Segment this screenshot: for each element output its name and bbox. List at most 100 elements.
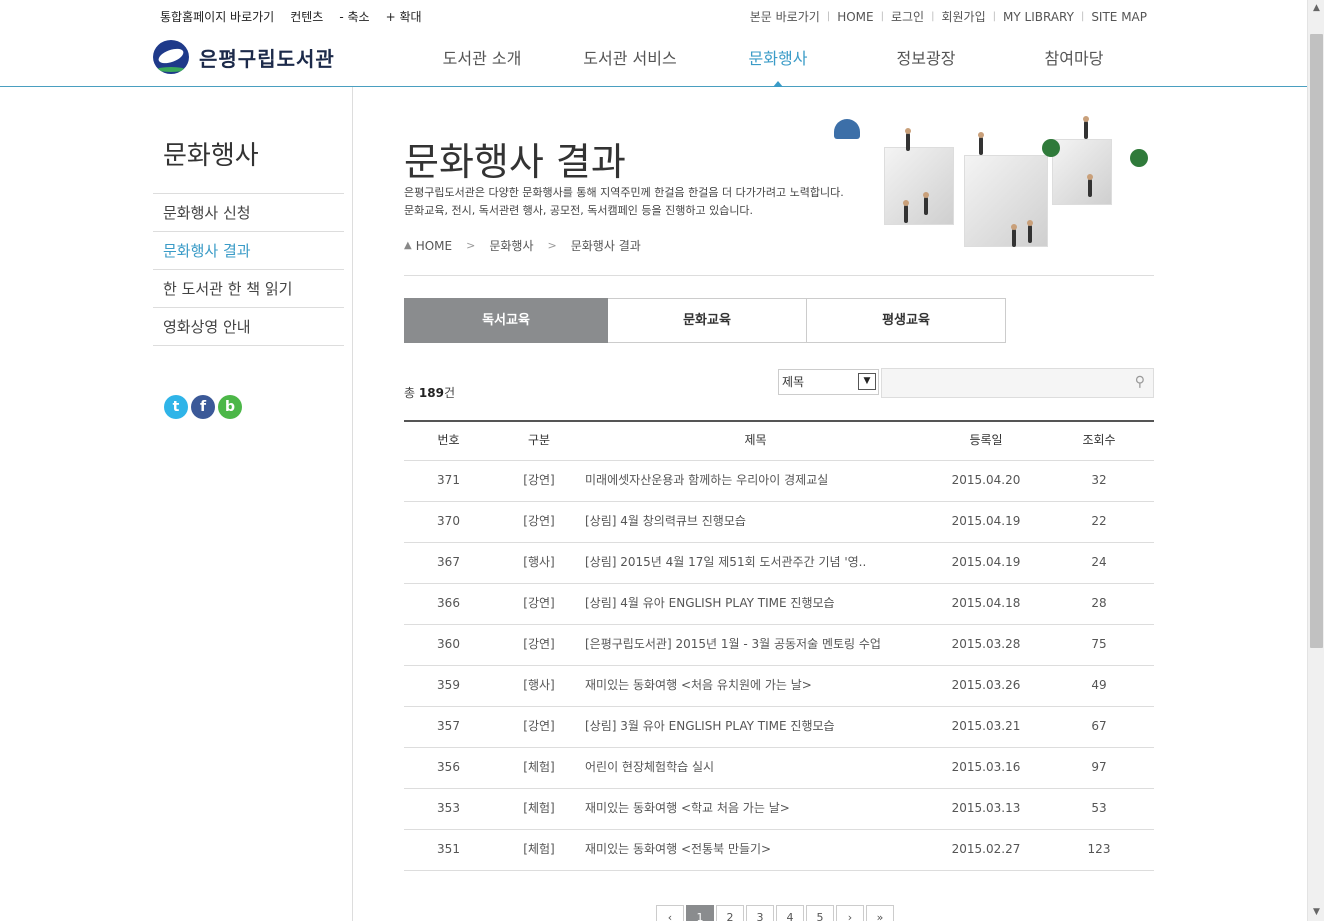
vertical-scrollbar[interactable]: ▲ ▼ — [1307, 0, 1324, 921]
scroll-down-icon[interactable]: ▼ — [1308, 904, 1324, 921]
portal-link[interactable]: 통합홈페이지 바로가기 — [160, 8, 274, 25]
row-views: 24 — [1091, 555, 1107, 569]
page-button[interactable]: 4 — [776, 905, 804, 921]
nav-item-services[interactable]: 도서관 서비스 — [556, 45, 704, 87]
page-button[interactable]: ‹ — [656, 905, 684, 921]
table-row[interactable]: 371 [강연] 미래에셋자산운용과 함께하는 우리아이 경제교실 2015.04.2… — [404, 461, 1154, 502]
row-category: [체험] — [523, 801, 555, 815]
row-date: 2015.04.20 — [951, 473, 1021, 487]
table-body: 371 [강연] 미래에셋자산운용과 함께하는 우리아이 경제교실 2015.04.2… — [404, 461, 1154, 871]
chevron-right-icon: > — [466, 239, 476, 252]
header-title: 제목 — [744, 433, 767, 447]
tab-culture-education[interactable]: 문화교육 — [608, 298, 807, 343]
row-views: 123 — [1087, 842, 1111, 856]
table-row[interactable]: 360 [강연] [은평구립도서관] 2015년 1월 - 3월 공동저술 멘토링 … — [404, 625, 1154, 666]
row-date: 2015.03.28 — [951, 637, 1021, 651]
table-row[interactable]: 367 [행사] [상림] 2015년 4월 17일 제51회 도서관주간 기념 '… — [404, 543, 1154, 584]
side-nav-item-one-book[interactable]: 한 도서관 한 책 읽기 — [153, 270, 344, 308]
row-title-link[interactable]: 재미있는 동화여행 <처음 유치원에 가는 날> — [585, 666, 926, 706]
row-date: 2015.02.27 — [951, 842, 1021, 856]
row-views: 97 — [1091, 760, 1107, 774]
zoom-in-button[interactable]: + 확대 — [386, 8, 422, 25]
facebook-icon[interactable]: f — [191, 395, 215, 419]
cube-illustration — [884, 147, 954, 225]
my-library-link[interactable]: MY LIBRARY — [1003, 10, 1074, 24]
header-category: 구분 — [527, 433, 551, 447]
zoom-out-button[interactable]: - 축소 — [339, 8, 369, 25]
skip-to-content-link[interactable]: 본문 바로가기 — [750, 8, 820, 25]
row-title-link[interactable]: 미래에셋자산운용과 함께하는 우리아이 경제교실 — [585, 461, 926, 501]
side-nav-item-results[interactable]: 문화행사 결과 — [153, 232, 344, 270]
breadcrumb-culture[interactable]: 문화행사 — [489, 237, 533, 254]
side-nav-item-apply[interactable]: 문화행사 신청 — [153, 194, 344, 232]
row-title-link[interactable]: [은평구립도서관] 2015년 1월 - 3월 공동저술 멘토링 수업 — [585, 625, 926, 665]
search-field-select[interactable]: 제목 ▼ — [778, 369, 879, 395]
category-tabs: 독서교육 문화교육 평생교육 — [404, 298, 1006, 343]
person-figure — [1027, 220, 1033, 243]
person-figure — [1011, 224, 1017, 247]
row-category: [체험] — [523, 760, 555, 774]
scrollbar-thumb[interactable] — [1310, 34, 1323, 648]
row-title-link[interactable]: 재미있는 동화여행 <전통북 만들기> — [585, 830, 926, 870]
sitemap-link[interactable]: SITE MAP — [1091, 10, 1147, 24]
login-link[interactable]: 로그인 — [891, 8, 924, 25]
row-number: 356 — [437, 760, 460, 774]
table-row[interactable]: 359 [행사] 재미있는 동화여행 <처음 유치원에 가는 날> 2015.03.2… — [404, 666, 1154, 707]
page-button[interactable]: 2 — [716, 905, 744, 921]
site-logo[interactable]: 은평구립도서관 — [153, 40, 335, 74]
side-nav-item-movies[interactable]: 영화상영 안내 — [153, 308, 344, 346]
row-title-link[interactable]: [상림] 4월 창의력큐브 진행모습 — [585, 502, 926, 542]
header-date: 등록일 — [969, 433, 1003, 447]
pagination: ‹ 1 2 3 4 5 ›» — [656, 905, 894, 921]
total-suffix: 건 — [443, 386, 455, 400]
signup-link[interactable]: 회원가입 — [941, 8, 985, 25]
table-row[interactable]: 357 [강연] [상림] 3월 유아 ENGLISH PLAY TIME 진행모습… — [404, 707, 1154, 748]
row-date: 2015.04.18 — [951, 596, 1021, 610]
page-button[interactable]: 1 — [686, 905, 714, 921]
nav-item-community[interactable]: 참여마당 — [1000, 45, 1148, 87]
logo-text: 은평구립도서관 — [199, 46, 335, 71]
breadcrumb-home[interactable]: HOME — [416, 239, 452, 253]
row-number: 351 — [437, 842, 460, 856]
row-title-link[interactable]: 재미있는 동화여행 <학교 처음 가는 날> — [585, 789, 926, 829]
page-button[interactable]: 5 — [806, 905, 834, 921]
row-views: 75 — [1091, 637, 1107, 651]
row-date: 2015.03.16 — [951, 760, 1021, 774]
table-row[interactable]: 353 [체험] 재미있는 동화여행 <학교 처음 가는 날> 2015.03.13 5… — [404, 789, 1154, 830]
row-category: [강연] — [523, 719, 555, 733]
side-nav-title: 문화행사 — [163, 141, 259, 171]
row-title-link[interactable]: [상림] 2015년 4월 17일 제51회 도서관주간 기념 '영.. — [585, 543, 926, 583]
page-button[interactable]: › — [836, 905, 864, 921]
total-count: 총 189건 — [404, 384, 455, 401]
table-row[interactable]: 370 [강연] [상림] 4월 창의력큐브 진행모습 2015.04.19 22 — [404, 502, 1154, 543]
nav-item-about[interactable]: 도서관 소개 — [408, 45, 556, 87]
home-icon: ▲ — [404, 240, 412, 251]
person-figure — [1083, 116, 1089, 139]
table-row[interactable]: 351 [체험] 재미있는 동화여행 <전통북 만들기> 2015.02.27 123 — [404, 830, 1154, 871]
row-number: 353 — [437, 801, 460, 815]
nav-item-culture[interactable]: 문화행사 — [704, 45, 852, 87]
search-input[interactable]: ⚲ — [881, 368, 1154, 398]
tab-lifelong-education[interactable]: 평생교육 — [807, 298, 1006, 343]
row-number: 367 — [437, 555, 460, 569]
nav-item-info[interactable]: 정보광장 — [852, 45, 1000, 87]
table-row[interactable]: 356 [체험] 어린이 현장체험학습 실시 2015.03.16 97 — [404, 748, 1154, 789]
twitter-icon[interactable]: t — [164, 395, 188, 419]
contents-link[interactable]: 컨텐츠 — [290, 8, 323, 25]
row-category: [강연] — [523, 514, 555, 528]
person-figure — [978, 132, 984, 155]
blog-icon[interactable]: b — [218, 395, 242, 419]
table-row[interactable]: 366 [강연] [상림] 4월 유아 ENGLISH PLAY TIME 진행모습… — [404, 584, 1154, 625]
page-button[interactable]: 3 — [746, 905, 774, 921]
main-nav: 도서관 소개 도서관 서비스 문화행사 정보광장 참여마당 — [408, 45, 1148, 87]
row-title-link[interactable]: [상림] 4월 유아 ENGLISH PLAY TIME 진행모습 — [585, 584, 926, 624]
row-title-link[interactable]: 어린이 현장체험학습 실시 — [585, 748, 926, 788]
scroll-up-icon[interactable]: ▲ — [1308, 0, 1324, 17]
row-date: 2015.03.21 — [951, 719, 1021, 733]
home-link[interactable]: HOME — [837, 10, 873, 24]
search-icon[interactable]: ⚲ — [1135, 374, 1145, 390]
person-figure — [1087, 174, 1093, 197]
row-title-link[interactable]: [상림] 3월 유아 ENGLISH PLAY TIME 진행모습 — [585, 707, 926, 747]
page-button[interactable]: » — [866, 905, 894, 921]
tab-reading-education[interactable]: 독서교육 — [404, 298, 608, 343]
